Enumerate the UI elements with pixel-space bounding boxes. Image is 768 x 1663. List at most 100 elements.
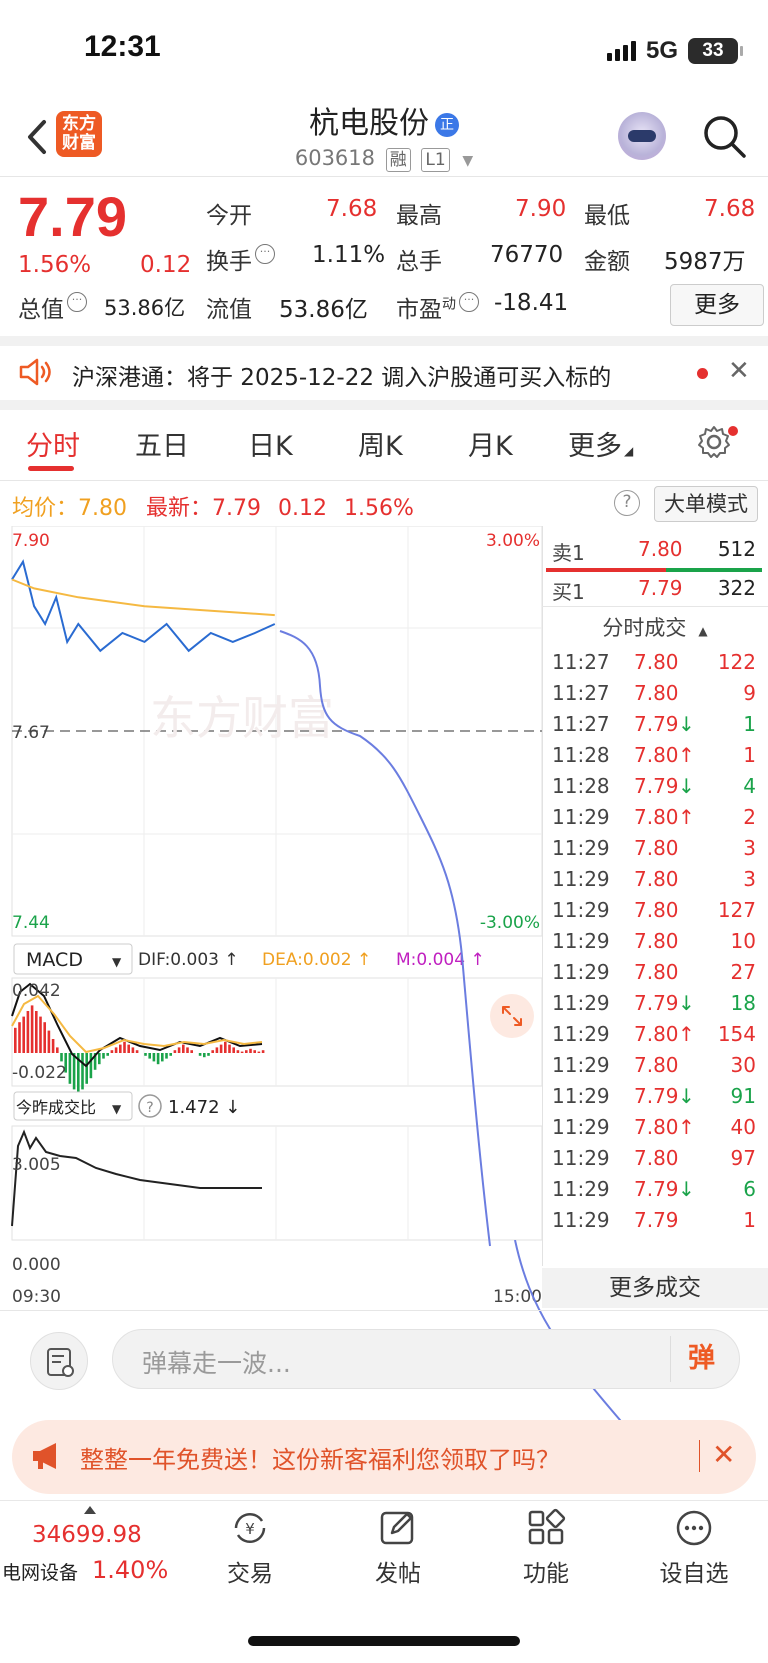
trade-row: 11:29 7.80 10 [548, 925, 762, 958]
nav-post[interactable]: 发帖 [350, 1508, 446, 1588]
nav-add-watchlist-label: 设自选 [659, 1561, 729, 1587]
trade-price: 7.80 [634, 743, 679, 767]
trade-price: 7.79 [634, 1177, 679, 1201]
dropdown-caret-icon[interactable]: ▼ [462, 153, 473, 169]
trade-price: 7.79 [634, 1208, 679, 1232]
macd-bar [144, 1053, 147, 1056]
macd-bar [198, 1053, 202, 1056]
macd-bar [240, 1051, 244, 1053]
trade-time: 11:29 [552, 1208, 610, 1232]
turnover-value: 1.11% [312, 242, 386, 268]
nav-trade[interactable]: ¥ 交易 [202, 1508, 298, 1588]
status-icons: 5G 33 [606, 36, 743, 66]
info-dots-icon[interactable]: ··· [67, 292, 87, 312]
trade-time: 11:29 [552, 805, 610, 829]
open-value: 7.68 [326, 196, 378, 222]
macd-bar [30, 1005, 34, 1053]
trade-time: 11:29 [552, 836, 610, 860]
promo-text[interactable]: 整整一年免费送！这份新客福利您领取了吗？ [80, 1440, 560, 1475]
trade-time: 11:29 [552, 1084, 610, 1108]
expand-up-icon[interactable] [84, 1506, 96, 1514]
bid-label: 买1 [552, 580, 585, 604]
trade-row: 11:29 7.79 ↓ 6 [548, 1173, 762, 1206]
latest-value: 7.79 [212, 496, 261, 521]
bid-row[interactable]: 买1 7.79 322 [548, 572, 762, 606]
assistant-robot-icon[interactable] [618, 112, 666, 160]
close-icon[interactable]: ✕ [712, 1438, 735, 1471]
trade-row: 11:29 7.80 3 [548, 863, 762, 896]
sector-change-pct[interactable]: 1.40% [92, 1556, 168, 1584]
comment-settings-button[interactable] [30, 1332, 88, 1390]
info-dots-icon[interactable]: ··· [255, 244, 275, 264]
caret-icon: ◢ [624, 444, 634, 458]
tab-intraday[interactable]: 分时 [26, 424, 80, 463]
close-icon[interactable]: ✕ [728, 356, 750, 386]
volume-ratio-label: 今昨成交比 [16, 1098, 96, 1117]
macd-bar [161, 1053, 164, 1062]
macd-bar [39, 1016, 42, 1053]
nav-add-watchlist[interactable]: 设自选 [646, 1508, 742, 1588]
tab-five-day[interactable]: 五日 [135, 424, 189, 463]
info-dots-icon[interactable]: ··· [459, 292, 479, 312]
trade-volume: 97 [730, 1146, 756, 1170]
trade-row: 11:29 7.80 3 [548, 832, 762, 865]
macd-bar [224, 1041, 227, 1053]
trade-time: 11:29 [552, 1115, 610, 1139]
macd-bottom-label: -0.022 [12, 1063, 67, 1083]
notification-dot [728, 426, 738, 436]
intraday-chart[interactable]: 东方财富 7.90 3.00% 7.67 7.44 -3.00% MACD ▼ … [0, 526, 545, 1311]
tab-monthly-k[interactable]: 月K [468, 424, 513, 463]
gear-icon[interactable] [696, 424, 732, 460]
tab-weekly-k[interactable]: 周K [358, 424, 403, 463]
trade-time: 11:27 [552, 681, 610, 705]
trade-price: 7.80 [634, 650, 679, 674]
trade-price: 7.79 [634, 774, 679, 798]
trade-volume: 6 [743, 1177, 756, 1201]
help-icon[interactable]: ? [614, 490, 640, 516]
expand-icon[interactable] [490, 994, 534, 1038]
danmu-toggle-label: 弹 [688, 1343, 715, 1374]
trade-volume: 3 [743, 867, 756, 891]
low-value: 7.68 [704, 196, 756, 222]
trade-arrow: ↑ [678, 743, 695, 767]
trade-row: 11:29 7.79 1 [548, 1204, 762, 1237]
turnover-label: 换手 ··· [206, 242, 275, 276]
change-amount: 0.12 [140, 252, 192, 278]
trade-volume: 9 [743, 681, 756, 705]
y-top-label: 7.90 [12, 531, 50, 551]
nav-functions[interactable]: 功能 [498, 1508, 594, 1588]
sector-index-value[interactable]: 34699.98 [32, 1522, 142, 1548]
ask-row[interactable]: 卖1 7.80 512 [548, 533, 762, 567]
trade-time: 11:29 [552, 929, 610, 953]
macd-bar [56, 1047, 59, 1053]
tab-more[interactable]: 更多 ◢ [568, 424, 633, 463]
mcap-label-text: 总值 [18, 297, 64, 323]
danmu-toggle-button[interactable]: 弹 [670, 1336, 732, 1382]
trades-header[interactable]: 分时成交 ▲ [548, 612, 762, 642]
trade-arrow: ↓ [678, 774, 695, 798]
macd-bar [47, 1030, 51, 1053]
y-mid-label: 7.67 [12, 723, 50, 743]
latest-pct: 1.56% [343, 496, 414, 521]
tab-daily-k[interactable]: 日K [248, 424, 293, 463]
trade-time: 11:27 [552, 712, 610, 736]
volume-ratio-value: 1.472 ↓ [168, 1097, 240, 1118]
big-order-mode-button[interactable]: 大单模式 [654, 486, 758, 522]
more-quote-button[interactable]: 更多 [670, 284, 764, 326]
notice-text[interactable]: 沪深港通：将于 2025-12-22 调入沪股通可买入标的 [72, 358, 662, 392]
trade-arrow: ↓ [678, 991, 695, 1015]
trade-row: 11:29 7.80 ↑ 2 [548, 801, 762, 834]
y-bottom-label: 7.44 [12, 913, 50, 933]
more-trades-button[interactable]: 更多成交 [542, 1268, 768, 1308]
sector-name[interactable]: 电网设备 [2, 1558, 78, 1585]
trade-row: 11:27 7.80 122 [548, 646, 762, 679]
trade-price: 7.80 [634, 929, 679, 953]
margin-tag: 融 [385, 148, 411, 172]
trade-price: 7.79 [634, 1084, 679, 1108]
bid-volume: 322 [717, 576, 756, 600]
ratio-series [11, 1129, 262, 1227]
macd-bar [35, 1011, 38, 1053]
search-icon[interactable] [700, 112, 748, 160]
stock-name: 杭电股份 [309, 106, 429, 141]
trade-price: 7.79 [634, 712, 679, 736]
